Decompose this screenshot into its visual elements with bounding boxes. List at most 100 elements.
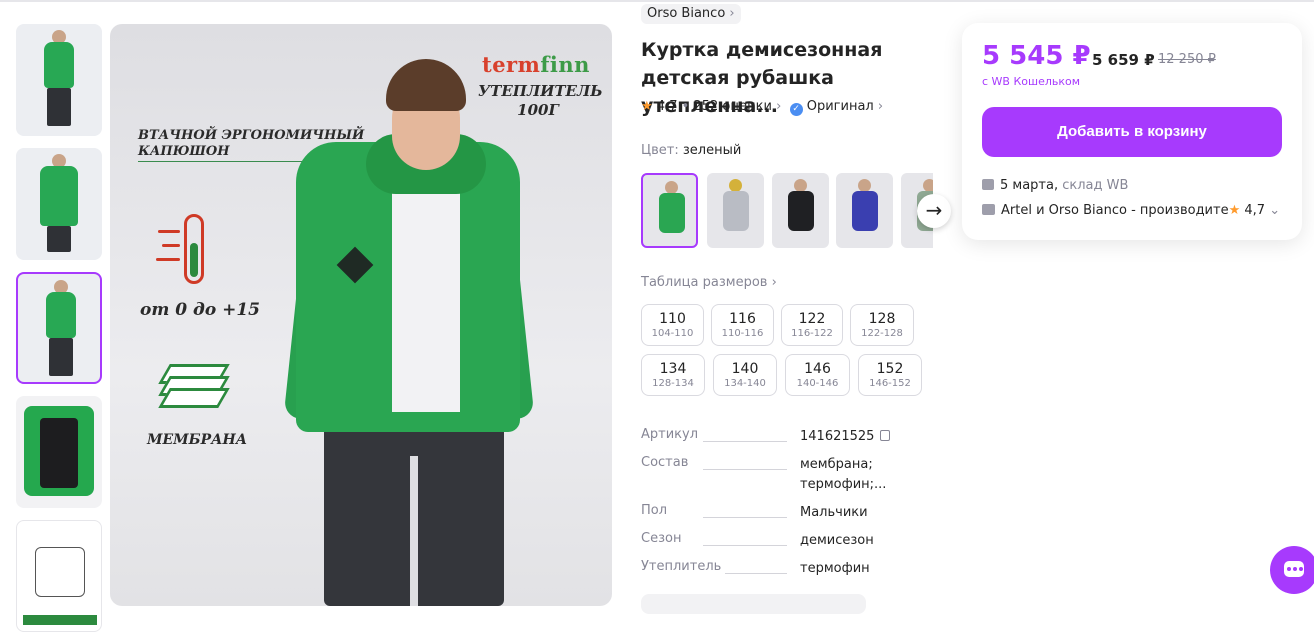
size-range: 122-128 — [861, 328, 903, 339]
thumb-figure-jacket — [46, 292, 76, 338]
seller-row[interactable]: Artel и Orso Bianco - производите★ 4,7 ⌄ — [982, 203, 1282, 218]
reviews-count[interactable]: 252 оценки — [693, 99, 772, 114]
separator-dot: • — [681, 99, 690, 114]
thumbnail-1[interactable] — [16, 24, 102, 136]
color-value: зеленый — [682, 143, 742, 158]
original-badge[interactable]: Оригинал — [807, 99, 874, 114]
color-row: Цвет: зеленый — [641, 143, 741, 158]
star-icon: ★ — [641, 99, 653, 114]
spec-key: Состав — [641, 455, 689, 470]
swatch-grey-yellow[interactable] — [707, 173, 764, 248]
size-option[interactable]: 122 116-122 — [781, 304, 843, 346]
seller-link[interactable]: Orso Bianco › — [641, 4, 741, 24]
delivery-warehouse: склад WB — [1062, 178, 1129, 193]
swatch-green[interactable] — [641, 173, 698, 248]
add-to-cart-button[interactable]: Добавить в корзину — [982, 107, 1282, 157]
size-label: 146 — [804, 361, 831, 377]
model-shirt — [392, 182, 460, 412]
size-table-link[interactable]: Таблица размеров › — [641, 275, 777, 290]
size-table-label: Таблица размеров — [641, 275, 768, 290]
spec-dots — [703, 469, 787, 470]
arrow-right-icon[interactable]: → — [917, 194, 951, 228]
seller-line: Artel и Orso Bianco - производите — [1001, 203, 1229, 218]
logo-part-b: finn — [540, 52, 590, 77]
thumb-figure-legs — [47, 88, 71, 126]
wallet-note[interactable]: с WB Кошельком — [982, 75, 1080, 88]
size-range: 134-140 — [724, 378, 766, 389]
thumb-figure-legs — [47, 226, 71, 252]
size-option[interactable]: 146 140-146 — [785, 354, 850, 396]
spec-value: демисезон — [800, 533, 874, 548]
size-label: 116 — [729, 311, 756, 327]
price-old: 12 250 ₽ — [1158, 52, 1216, 67]
thumbnail-5[interactable] — [16, 520, 102, 632]
chevron-right-icon: › — [776, 99, 782, 114]
thumbnail-2[interactable] — [16, 148, 102, 260]
thumb-jacket-lining — [40, 418, 78, 488]
size-label: 140 — [731, 361, 759, 377]
spec-value: мембрана; термофин;... — [800, 455, 890, 495]
chevron-right-icon: › — [729, 6, 735, 21]
spec-dots — [703, 517, 787, 518]
color-label: Цвет: — [641, 143, 679, 158]
seller-rating: 4,7 — [1244, 203, 1266, 218]
size-option[interactable]: 134 128-134 — [641, 354, 705, 396]
thumbnail-4[interactable] — [16, 396, 102, 508]
seller-name: Orso Bianco — [647, 6, 726, 21]
size-option[interactable]: 110 104-110 — [641, 304, 704, 346]
size-label: 152 — [876, 361, 904, 377]
termofinn-logo: termfinn — [482, 52, 590, 77]
insulation-annotation: УТЕПЛИТЕЛЬ 100Г — [478, 82, 603, 119]
swatch-blue[interactable] — [836, 173, 893, 248]
thermometer-icon — [184, 214, 204, 284]
model-hair — [386, 59, 466, 111]
size-label: 134 — [659, 361, 687, 377]
spec-key: Пол — [641, 503, 668, 518]
article-number: 141621525 — [800, 429, 875, 444]
membrane-layer — [158, 388, 230, 408]
thumb-figure-jacket — [44, 42, 74, 88]
chevron-right-icon: › — [877, 99, 884, 114]
model-legs-gap — [410, 456, 418, 606]
thumb-figure-jacket — [40, 166, 78, 226]
rating-value: 4,7 — [656, 99, 678, 114]
swatch-jacket — [659, 193, 685, 233]
spec-key: Сезон — [641, 531, 682, 546]
delivery-row: 5 марта, склад WB — [982, 178, 1128, 193]
delivery-date: 5 марта, — [1000, 178, 1059, 193]
spec-value: Мальчики — [800, 505, 868, 520]
rating-row[interactable]: ★ 4,7 • 252 оценки › ✓ Оригинал › — [641, 98, 883, 116]
membrane-icon — [158, 364, 230, 414]
spec-dots — [703, 545, 787, 546]
size-range: 140-146 — [796, 378, 839, 389]
heat-line — [162, 244, 180, 247]
box-icon — [982, 179, 994, 190]
size-option[interactable]: 140 134-140 — [713, 354, 777, 396]
swatch-jacket — [723, 191, 749, 231]
spec-dots — [725, 573, 787, 574]
size-option[interactable]: 128 122-128 — [850, 304, 914, 346]
chevron-down-icon: ⌄ — [1269, 203, 1281, 218]
swatch-black[interactable] — [772, 173, 829, 248]
spec-key: Утеплитель — [641, 559, 722, 574]
spec-value: 141621525 — [800, 427, 920, 447]
spec-value-line2: термофин;... — [800, 477, 887, 492]
logo-part-a: term — [482, 52, 541, 77]
product-title-line1: Куртка демисезонная — [641, 39, 883, 61]
main-product-image[interactable]: termfinn УТЕПЛИТЕЛЬ 100Г ВТАЧНОЙ ЭРГОНОМ… — [110, 24, 612, 606]
size-option[interactable]: 116 110-116 — [711, 304, 774, 346]
temperature-annotation: от 0 до +15 — [140, 300, 260, 320]
heat-line — [156, 258, 180, 261]
thumb-figure-legs — [49, 338, 73, 376]
size-range: 104-110 — [651, 328, 694, 339]
size-label: 122 — [798, 311, 826, 327]
chat-icon[interactable] — [1270, 546, 1314, 594]
thumbnail-3-selected[interactable] — [16, 272, 102, 384]
copy-icon[interactable] — [880, 430, 891, 441]
color-swatches — [641, 173, 933, 249]
star-icon: ★ — [1228, 203, 1241, 218]
more-specs-button[interactable] — [641, 594, 866, 614]
size-option[interactable]: 152 146-152 — [858, 354, 922, 396]
thumb-sketch — [35, 547, 85, 597]
spec-key: Артикул — [641, 427, 699, 442]
